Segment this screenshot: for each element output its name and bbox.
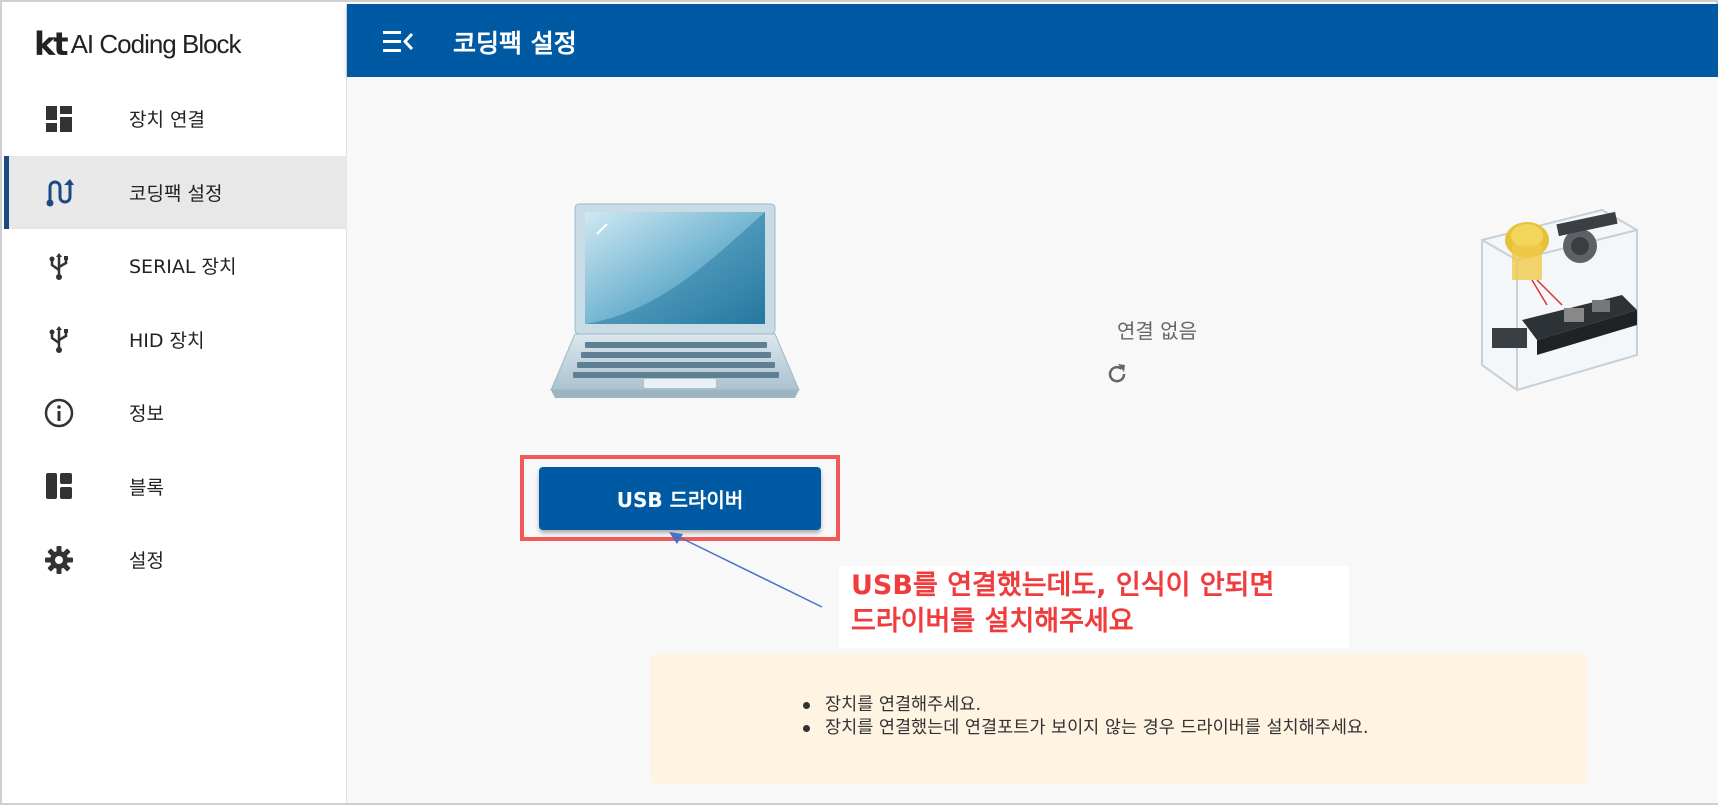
sidebar-item-label: SERIAL 장치 bbox=[129, 256, 237, 279]
sidebar-item-serial-device[interactable]: SERIAL 장치 bbox=[4, 229, 347, 303]
sidebar-item-label: 코딩팩 설정 bbox=[129, 182, 223, 205]
info-list: 장치를 연결해주세요. 장치를 연결했는데 연결포트가 보이지 않는 경우 드라… bbox=[800, 694, 1369, 740]
sidebar-item-settings[interactable]: 설정 bbox=[4, 523, 347, 597]
top-app-bar: 코딩팩 설정 bbox=[347, 4, 1718, 77]
sidebar-item-label: 설정 bbox=[129, 550, 164, 573]
sidebar-item-label: 블록 bbox=[129, 476, 164, 499]
blocks-icon bbox=[44, 471, 74, 501]
app-name: AI Coding Block bbox=[70, 28, 242, 59]
callout-line-1: USB를 연결했는데도, 인식이 안되면 bbox=[851, 570, 1275, 601]
sidebar: kt AI Coding Block 장치 연결 코딩팩 설정 SERIAL 장… bbox=[4, 4, 347, 803]
gear-icon bbox=[44, 545, 74, 575]
app-logo: kt AI Coding Block bbox=[34, 24, 242, 64]
app-window: kt AI Coding Block 장치 연결 코딩팩 설정 SERIAL 장… bbox=[0, 0, 1718, 805]
sidebar-item-device-connect[interactable]: 장치 연결 bbox=[4, 82, 347, 156]
sidebar-item-blocks[interactable]: 블록 bbox=[4, 450, 347, 524]
dashboard-icon bbox=[44, 104, 74, 134]
route-icon bbox=[44, 177, 74, 207]
usb-driver-button[interactable]: USB 드라이버 bbox=[539, 467, 821, 530]
usb-icon bbox=[44, 324, 74, 354]
list-item: 장치를 연결했는데 연결포트가 보이지 않는 경우 드라이버를 설치해주세요. bbox=[800, 717, 1369, 740]
callout-line-2: 드라이버를 설치해주세요 bbox=[851, 606, 1134, 637]
info-panel: 장치를 연결해주세요. 장치를 연결했는데 연결포트가 보이지 않는 경우 드라… bbox=[650, 654, 1587, 784]
page-title: 코딩팩 설정 bbox=[453, 29, 577, 58]
main-content: 연결 없음 USB 드라이버 USB를 연결했는데도, 인식이 안되면 드라이버… bbox=[347, 77, 1718, 803]
info-icon bbox=[44, 398, 74, 428]
menu-collapse-icon[interactable] bbox=[381, 28, 415, 56]
connection-status: 연결 없음 bbox=[1117, 319, 1197, 343]
sidebar-item-codingpack-settings[interactable]: 코딩팩 설정 bbox=[4, 155, 347, 229]
laptop-illustration bbox=[549, 202, 804, 422]
sidebar-nav: 장치 연결 코딩팩 설정 SERIAL 장치 HID 장치 정보 블록 설정 bbox=[4, 82, 347, 597]
sidebar-item-hid-device[interactable]: HID 장치 bbox=[4, 303, 347, 377]
usb-icon bbox=[44, 251, 74, 281]
annotation-callout: USB를 연결했는데도, 인식이 안되면 드라이버를 설치해주세요 bbox=[839, 566, 1349, 648]
list-item: 장치를 연결해주세요. bbox=[800, 694, 1369, 717]
codingpack-device-image bbox=[1452, 200, 1657, 400]
sidebar-item-info[interactable]: 정보 bbox=[4, 376, 347, 450]
sidebar-item-label: 장치 연결 bbox=[129, 109, 205, 132]
sidebar-item-label: HID 장치 bbox=[129, 329, 205, 352]
sidebar-item-label: 정보 bbox=[129, 403, 164, 426]
refresh-icon[interactable] bbox=[1104, 361, 1130, 387]
kt-logo: kt bbox=[34, 25, 69, 63]
